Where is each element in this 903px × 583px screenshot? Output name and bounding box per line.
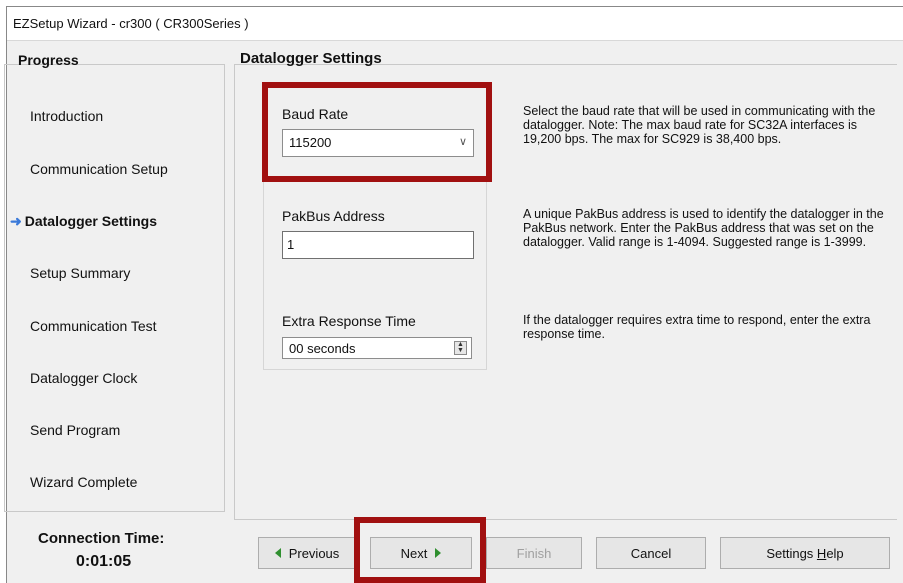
step-wizard-complete[interactable]: Wizard Complete (30, 474, 137, 490)
cancel-button[interactable]: Cancel (596, 537, 706, 569)
connection-time-label: Connection Time: (38, 530, 165, 547)
title-bar: EZSetup Wizard - cr300 ( CR300Series ) (7, 7, 903, 41)
previous-button[interactable]: Previous (258, 537, 356, 569)
extra-response-time-label: Extra Response Time (282, 313, 416, 329)
cancel-label: Cancel (630, 545, 672, 561)
pakbus-address-label: PakBus Address (282, 208, 385, 224)
step-communication-setup[interactable]: Communication Setup (30, 161, 168, 177)
previous-label: Previous (288, 545, 340, 561)
step-datalogger-clock[interactable]: Datalogger Clock (30, 370, 137, 386)
finish-label: Finish (516, 545, 552, 561)
step-communication-test[interactable]: Communication Test (30, 318, 157, 334)
baud-rate-help: Select the baud rate that will be used i… (523, 104, 876, 146)
extra-response-time-help: If the datalogger requires extra time to… (523, 313, 871, 341)
right-arrow-icon: ➜ (10, 213, 22, 229)
left-triangle-icon (274, 548, 281, 558)
progress-panel (4, 64, 225, 512)
baud-rate-highlight (262, 82, 492, 182)
settings-header: Datalogger Settings (240, 50, 382, 67)
settings-help-button[interactable]: Settings Help (720, 537, 890, 569)
next-button-highlight (354, 517, 486, 583)
connection-time-value: 0:01:05 (76, 553, 132, 570)
up-down-spinner-icon[interactable]: ▲ ▼ (454, 341, 467, 355)
step-send-program[interactable]: Send Program (30, 422, 120, 438)
help-label-mnemonic: H (816, 545, 827, 561)
extra-response-time-value: 00 seconds (289, 341, 356, 356)
finish-button[interactable]: Finish (486, 537, 582, 569)
window-title: EZSetup Wizard - cr300 ( CR300Series ) (13, 16, 249, 31)
step-datalogger-settings[interactable]: ➜ Datalogger Settings (10, 213, 157, 230)
help-label-prefix: Settings (766, 545, 817, 561)
extra-response-time-spinner[interactable]: 00 seconds ▲ ▼ (282, 337, 472, 359)
step-introduction[interactable]: Introduction (30, 108, 103, 124)
help-label-suffix: elp (826, 545, 844, 561)
step-setup-summary[interactable]: Setup Summary (30, 265, 130, 281)
pakbus-address-help: A unique PakBus address is used to ident… (523, 207, 884, 249)
step-label: Datalogger Settings (24, 213, 157, 229)
pakbus-address-input[interactable]: 1 (282, 231, 474, 259)
progress-header: Progress (18, 52, 79, 68)
